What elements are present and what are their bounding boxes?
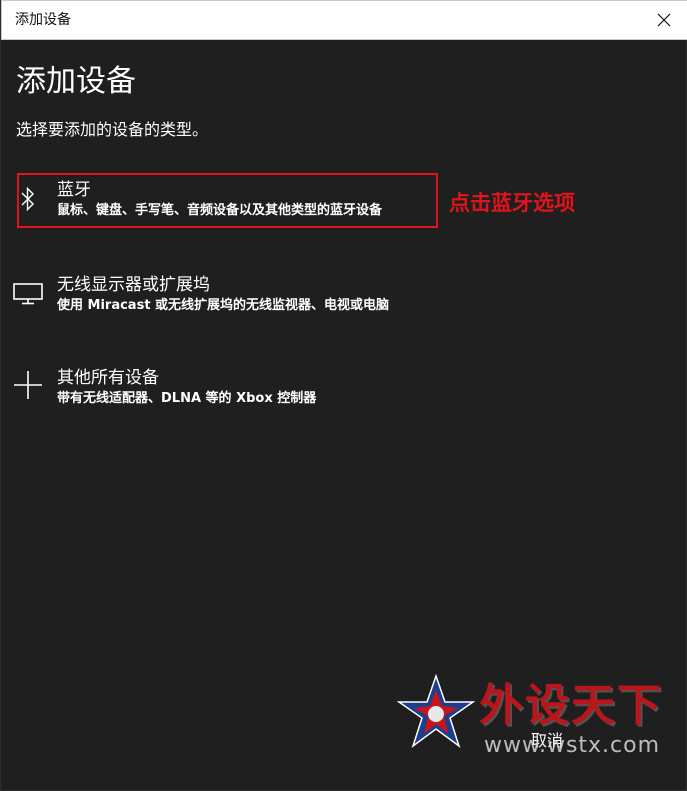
close-icon xyxy=(657,13,671,27)
page-title: 添加设备 xyxy=(16,64,136,99)
option-bluetooth-label: 蓝牙 xyxy=(57,180,91,200)
title-bar: 添加设备 xyxy=(1,0,687,40)
option-other-devices-label: 其他所有设备 xyxy=(57,368,159,388)
option-other-devices-description: 带有无线适配器、DLNA 等的 Xbox 控制器 xyxy=(57,391,317,406)
option-wireless-display[interactable]: 无线显示器或扩展坞 使用 Miracast 或无线扩展坞的无线监视器、电视或电脑 xyxy=(13,273,453,331)
plus-icon xyxy=(13,370,43,400)
page-subtitle: 选择要添加的设备的类型。 xyxy=(16,120,209,139)
bluetooth-icon xyxy=(13,184,43,214)
option-wireless-display-description: 使用 Miracast 或无线扩展坞的无线监视器、电视或电脑 xyxy=(57,298,390,313)
watermark-url: www.wstx.com xyxy=(484,733,661,758)
option-wireless-display-label: 无线显示器或扩展坞 xyxy=(57,275,210,295)
add-device-window: 添加设备 添加设备 选择要添加的设备的类型。 蓝牙 鼠标、键盘、手写笔、音频设备… xyxy=(0,0,687,791)
window-title: 添加设备 xyxy=(15,12,71,28)
option-bluetooth-description: 鼠标、键盘、手写笔、音频设备以及其他类型的蓝牙设备 xyxy=(57,203,383,218)
close-button[interactable] xyxy=(641,1,687,39)
star-logo-icon xyxy=(396,673,476,748)
watermark: 外设天下 www.wstx.com xyxy=(396,672,676,772)
monitor-icon xyxy=(13,279,43,309)
annotation-text: 点击蓝牙选项 xyxy=(449,191,575,215)
watermark-brand: 外设天下 xyxy=(479,680,663,731)
option-other-devices[interactable]: 其他所有设备 带有无线适配器、DLNA 等的 Xbox 控制器 xyxy=(13,366,453,424)
cancel-button[interactable]: 取消 xyxy=(531,730,563,752)
option-bluetooth[interactable]: 蓝牙 鼠标、键盘、手写笔、音频设备以及其他类型的蓝牙设备 xyxy=(13,178,453,236)
